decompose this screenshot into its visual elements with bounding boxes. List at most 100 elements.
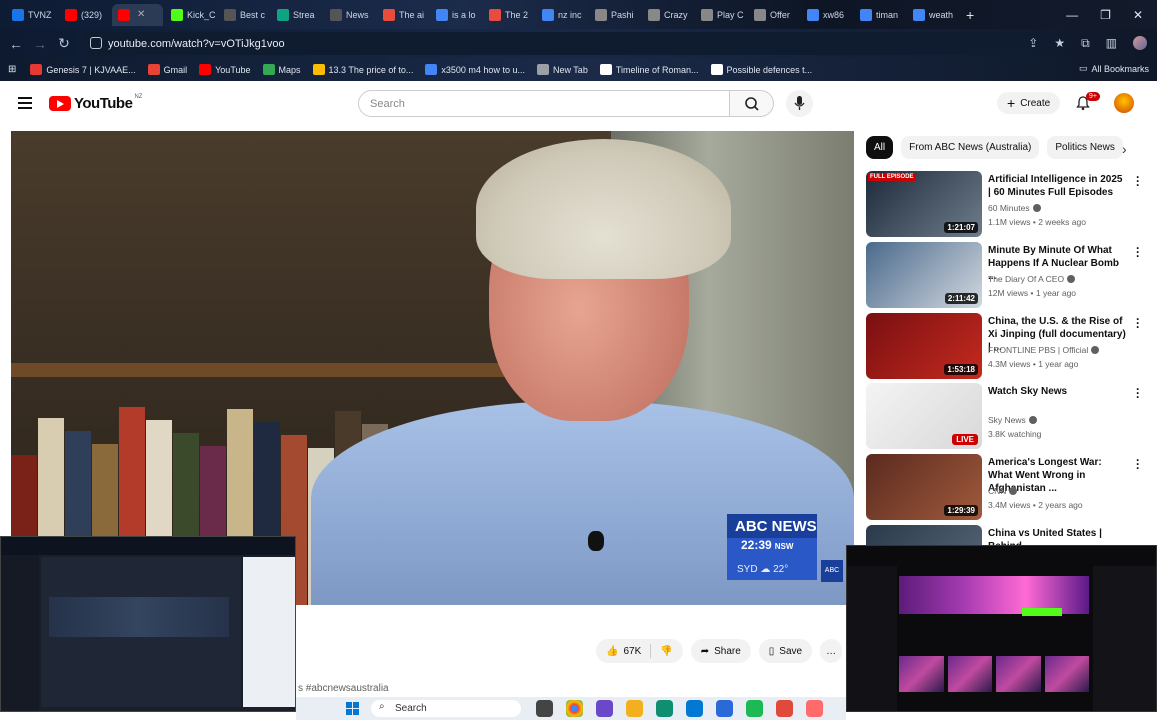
bookmark-item[interactable]: 13.3 The price of to... [312,64,413,75]
app-icon-2[interactable] [686,700,703,717]
video-thumbnail[interactable] [866,525,982,545]
video-thumbnail[interactable]: LIVE [866,383,982,449]
recommendation-title[interactable]: Watch Sky News [988,385,1128,398]
browser-tab[interactable]: News [324,4,375,26]
close-window-icon[interactable]: ✕ [1133,8,1143,22]
browser-tab[interactable]: weath [907,4,958,26]
browser-tab[interactable]: Offer [748,4,799,26]
taskview-icon[interactable] [536,700,553,717]
browser-tab[interactable]: Kick_C [165,4,216,26]
recommendation-item[interactable]: 1:53:18 China, the U.S. & the Rise of Xi … [866,313,1151,381]
youtube-logo[interactable]: YouTube NZ [49,94,142,112]
bookmark-item[interactable]: x3500 m4 how to u... [425,64,525,75]
bookmark-item[interactable]: New Tab [536,64,588,75]
bookmark-item[interactable]: YouTube [199,64,251,75]
recommendation-title[interactable]: Artificial Intelligence in 2025 | 60 Min… [988,173,1128,199]
recommendation-item[interactable]: 1:29:39 America's Longest War: What Went … [866,454,1151,522]
chevron-right-icon[interactable]: › [1122,141,1127,157]
browser-tab[interactable]: is a lo [430,4,481,26]
windows-start-icon[interactable] [346,702,359,715]
more-actions-button[interactable]: … [820,639,843,663]
create-button[interactable]: + Create [997,92,1061,114]
recommendation-title[interactable]: China vs United States | Behind [988,527,1128,545]
share-button[interactable]: ➦ Share [690,639,751,663]
browser-tab[interactable]: Pashi [589,4,640,26]
recommendation-item[interactable]: FULL EPISODE 1:21:07 Artificial Intelligen… [866,171,1151,239]
video-player[interactable]: ABC NEWS 22:39 NSW SYD ☁ 22° ABC [11,131,854,605]
browser-tab[interactable]: Strea [271,4,322,26]
browser-tab[interactable]: xw86 [801,4,852,26]
more-options-icon[interactable]: · · · [1136,454,1140,474]
edge-icon[interactable] [656,700,673,717]
filter-chip[interactable]: From ABC News (Australia) [901,135,1040,159]
more-options-icon[interactable]: · · · [1136,383,1140,403]
sidebar-icon[interactable]: ▥ [1106,36,1117,51]
app-icon-5[interactable] [776,700,793,717]
voice-search-button[interactable] [786,90,813,117]
new-tab-icon[interactable]: + [966,7,974,23]
all-bookmarks-button[interactable]: ▭ All Bookmarks [1079,63,1149,74]
app-icon-1[interactable] [596,700,613,717]
account-avatar[interactable] [1114,93,1134,113]
browser-tab[interactable]: Best c [218,4,269,26]
like-button[interactable]: 👍 67K 👎 [596,639,683,663]
video-thumbnail[interactable]: FULL EPISODE 1:21:07 [866,171,982,237]
browser-tab[interactable]: (329) [59,4,110,26]
bookmark-star-icon[interactable]: ★ [1054,36,1065,51]
back-icon[interactable]: ← [4,36,28,52]
more-options-icon[interactable]: · · · [1136,313,1140,333]
minimize-icon[interactable]: — [1066,8,1078,22]
filter-chip[interactable]: Politics News [1047,135,1123,159]
file-explorer-icon[interactable] [626,700,643,717]
save-button[interactable]: ▯ Save [758,639,813,663]
browser-tab[interactable]: The 2 [483,4,534,26]
recommendation-item[interactable]: China vs United States | Behind [866,525,1151,545]
video-thumbnail[interactable]: 2:11:42 [866,242,982,308]
apps-grid-icon[interactable]: ⊞ [8,64,16,75]
bookmark-item[interactable]: Genesis 7 | KJVAAE... [30,64,136,75]
video-thumbnail[interactable]: 1:53:18 [866,313,982,379]
recommendation-channel[interactable]: FRONTLINE PBS | Official [988,345,1100,355]
bookmark-item[interactable]: Possible defences t... [710,64,812,75]
overlay-window-left[interactable] [0,536,296,712]
thumbs-down-icon[interactable]: 👎 [660,646,672,657]
recommendation-channel[interactable]: The Diary Of A CEO [988,274,1076,284]
menu-icon[interactable] [18,97,32,109]
forward-icon[interactable]: → [28,36,52,52]
video-hashtag[interactable]: s #abcnewsaustralia [298,683,389,694]
chrome-icon[interactable] [566,700,583,717]
browser-tab[interactable]: Crazy [642,4,693,26]
overlay-window-right[interactable] [846,545,1157,712]
install-icon[interactable]: ⇪ [1028,36,1038,51]
bookmark-item[interactable]: Timeline of Roman... [599,64,699,75]
video-thumbnail[interactable]: 1:29:39 [866,454,982,520]
more-options-icon[interactable]: · · · [1136,171,1140,191]
reload-icon[interactable]: ↻ [52,35,76,52]
browser-tab[interactable]: TVNZ [6,4,57,26]
recommendation-channel[interactable]: Sky News [988,415,1037,425]
app-icon-3[interactable] [716,700,733,717]
address-bar[interactable]: youtube.com/watch?v=vOTiJkg1voo [82,32,1050,55]
site-info-icon[interactable] [90,37,102,49]
browser-tab[interactable]: timan [854,4,905,26]
more-options-icon[interactable]: · · · [1136,242,1140,262]
app-icon-6[interactable] [806,700,823,717]
tab-close-icon[interactable]: ✕ [137,9,145,20]
recommendation-channel[interactable]: CNN [988,486,1018,496]
bookmark-item[interactable]: Gmail [147,64,187,75]
restore-icon[interactable]: ❐ [1100,8,1111,22]
app-icon-4[interactable] [746,700,763,717]
recommendation-channel[interactable]: 60 Minutes [988,203,1041,213]
search-input[interactable]: Search [358,90,730,117]
recommendation-item[interactable]: 2:11:42 Minute By Minute Of What Happens … [866,242,1151,310]
bookmark-item[interactable]: Maps [262,64,301,75]
browser-tab[interactable]: The ai [377,4,428,26]
taskbar-search[interactable]: ⌕ Search [371,700,521,717]
search-button[interactable] [730,90,774,117]
browser-tab[interactable]: ✕ [112,3,163,26]
recommendation-item[interactable]: LIVE Watch Sky News Sky News 3.8K watching ·… [866,383,1151,451]
browser-tab[interactable]: nz inc [536,4,587,26]
extensions-icon[interactable]: ⧉ [1081,36,1090,51]
filter-chip[interactable]: All [866,135,894,159]
browser-tab[interactable]: Play C [695,4,746,26]
